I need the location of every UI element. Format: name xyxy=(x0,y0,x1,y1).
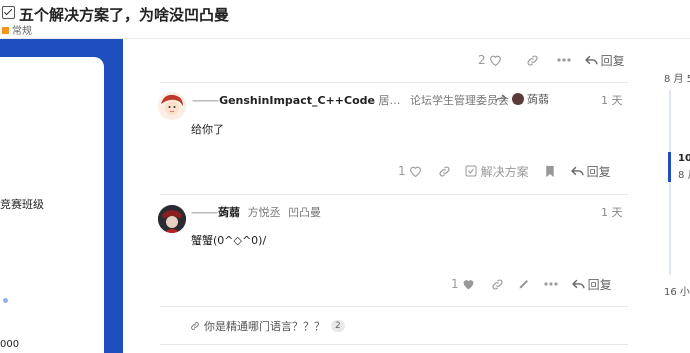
more-icon[interactable] xyxy=(557,58,571,62)
post2-actions: 1 回复 xyxy=(451,274,612,294)
post2-body: 蟹蟹(0^◇^0)/ xyxy=(191,234,267,247)
timeline-top-date[interactable]: 8 月 5 xyxy=(664,70,690,85)
heart-icon xyxy=(489,55,501,66)
reply-to-indicator[interactable]: 蒟蒻 xyxy=(495,91,549,107)
heart-icon xyxy=(409,166,421,177)
link-icon[interactable] xyxy=(438,165,451,178)
post-divider xyxy=(160,82,628,83)
username-decoration-icon: ⸻ xyxy=(191,206,219,219)
link-icon[interactable] xyxy=(526,54,539,67)
solution-label: 解决方案 xyxy=(480,164,529,179)
checkbox-icon xyxy=(465,165,477,177)
topic-timeline: 8 月 5 10 8 月 16 小时 xyxy=(660,60,690,300)
reply-button[interactable]: 回复 xyxy=(571,276,612,293)
topic-title[interactable]: 五个解决方案了，为啥没凹凸曼 xyxy=(2,4,229,25)
timeline-current-index: 10 xyxy=(678,153,690,164)
reply-to-name: 蒟蒻 xyxy=(527,93,549,106)
reply-label: 回复 xyxy=(586,164,611,179)
reply-label: 回复 xyxy=(587,277,612,292)
like-button[interactable]: 2 xyxy=(478,53,502,67)
reply-icon xyxy=(584,55,598,64)
edit-icon[interactable] xyxy=(518,278,530,290)
category-color-square xyxy=(2,27,9,34)
post2-time[interactable]: 1 天 xyxy=(601,204,623,220)
timeline-scrollbar-track[interactable] xyxy=(669,90,671,275)
solution-button[interactable]: 解决方案 xyxy=(465,163,529,180)
reply-button[interactable]: 回复 xyxy=(570,163,611,180)
post1-meta: ⸻GenshinImpact_C++Code 居… 论坛学生管理委员会 … xyxy=(192,92,523,108)
topic-header: 五个解决方案了，为啥没凹凸曼 常规 xyxy=(0,0,690,39)
linked-topic-title[interactable]: 你是精通哪门语言？？？ xyxy=(204,318,325,334)
reply-button[interactable]: 回复 xyxy=(584,52,625,69)
reply-to-avatar xyxy=(512,93,524,105)
post2-full-name: 方悦丞 xyxy=(247,206,281,219)
avatar[interactable] xyxy=(158,205,186,233)
post-divider xyxy=(160,306,628,307)
timeline-bottom-label[interactable]: 16 小时 xyxy=(664,283,690,298)
reply-arrow-icon xyxy=(495,94,507,103)
solved-checkbox-icon xyxy=(2,6,15,19)
like-count: 2 xyxy=(478,53,486,67)
post2-meta: ⸻蒟蒻 方悦丞 凹凸曼 xyxy=(191,204,321,220)
post-divider xyxy=(160,344,628,345)
bookmark-icon[interactable] xyxy=(545,165,555,178)
left-card-number: 000 xyxy=(0,339,20,350)
reply-icon xyxy=(570,166,584,175)
timeline-current-date: 8 月 xyxy=(678,170,690,181)
linked-topic[interactable]: 你是精通哪门语言？？？ 2 xyxy=(190,318,345,334)
heart-filled-icon xyxy=(463,280,474,290)
like-count: 1 xyxy=(398,164,406,178)
reply-label: 回复 xyxy=(600,53,625,68)
more-icon[interactable] xyxy=(544,282,558,286)
post1-time[interactable]: 1 天 xyxy=(601,92,623,108)
category-label[interactable]: 常规 xyxy=(12,26,32,37)
post2-group[interactable]: 凹凸曼 xyxy=(288,206,321,219)
left-card-text: 竞赛班级 xyxy=(0,198,44,211)
reply-icon xyxy=(571,279,585,288)
timeline-scroll-handle[interactable] xyxy=(668,152,671,182)
post1-username[interactable]: GenshinImpact_C++Code xyxy=(219,94,375,107)
category-badge[interactable]: 常规 xyxy=(2,22,32,37)
left-card-dot xyxy=(3,298,8,303)
link-icon[interactable] xyxy=(491,278,504,291)
post1-actions: 1 解决方案 回复 xyxy=(398,161,611,181)
post1-user-title: 居… xyxy=(378,94,401,107)
avatar[interactable] xyxy=(158,92,186,120)
linked-topic-count: 2 xyxy=(331,320,345,332)
username-decoration-icon: ⸻ xyxy=(192,94,220,107)
like-count: 1 xyxy=(451,277,459,291)
post2-username[interactable]: 蒟蒻 xyxy=(218,206,240,219)
post1-body: 给你了 xyxy=(191,123,224,136)
topic-title-text[interactable]: 五个解决方案了，为啥没凹凸曼 xyxy=(19,6,229,24)
post-divider xyxy=(160,194,628,195)
like-button[interactable]: 1 xyxy=(451,277,475,291)
like-button[interactable]: 1 xyxy=(398,164,422,178)
post0-actions: 2 回复 xyxy=(478,50,625,70)
link-icon xyxy=(191,322,199,330)
